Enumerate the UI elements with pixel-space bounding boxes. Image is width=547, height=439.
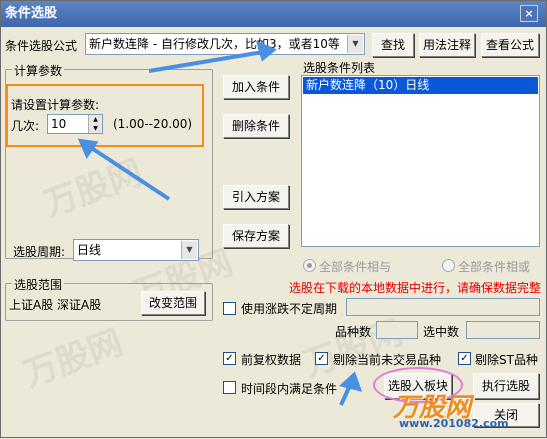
arrow-to-params [77, 138, 171, 201]
condition-stock-picker-window: 万股网 万股网 万股网 万股网 条件选股 × 条件选股公式 新户数连降 - 自行… [0, 0, 547, 438]
arrow-to-formula [148, 40, 277, 73]
arrow-to-button [338, 371, 363, 406]
brand-site: www.201082.com [399, 417, 509, 430]
annotation-arrows [77, 40, 363, 406]
